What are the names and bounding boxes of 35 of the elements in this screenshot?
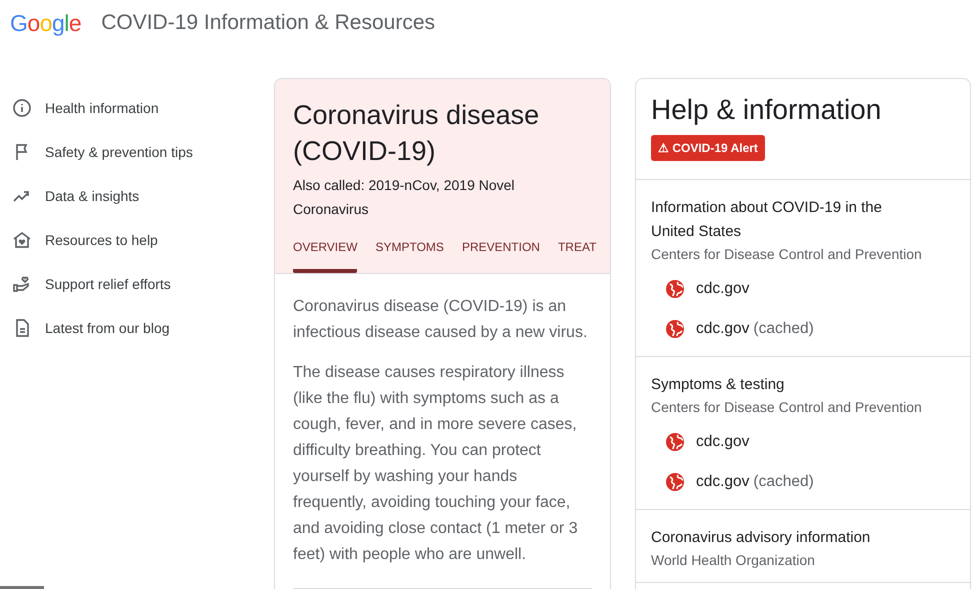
source-text: Centers for Disease Control and Prevention [651, 398, 923, 417]
paragraph: Coronavirus disease (COVID-19) is an infectious disease caused by a new virus. [293, 297, 588, 343]
section-title: Coronavirus advisory information [651, 528, 872, 548]
sidebar-item[interactable]: Data & insights [0, 174, 274, 218]
globe-icon [665, 318, 685, 339]
also-called-text: Also called: 2019-nCov, 2019 Novel Coronavirus [293, 176, 516, 219]
source-link[interactable]: cdc.gov [665, 274, 955, 304]
tab[interactable]: PREVENTION [462, 235, 540, 273]
source-text: World Health Organization [651, 550, 816, 570]
info-icon [12, 98, 32, 118]
section-title: Information about COVID-19 in the United States [651, 198, 883, 242]
hand-heart-icon [12, 274, 32, 294]
card-title: Help & information [651, 93, 882, 127]
card-title: Coronavirus disease (COVID-19) [293, 99, 540, 168]
tab[interactable]: SYMPTOMS [375, 235, 444, 273]
globe-icon [665, 278, 685, 299]
globe-icon [665, 472, 685, 492]
google-logo: Google [10, 8, 82, 38]
section-title: Symptoms & testing [651, 374, 786, 395]
alert-label: ⚠ COVID-19 Alert [651, 134, 765, 161]
house-heart-icon [12, 230, 32, 250]
source-link[interactable]: cdc.gov [665, 426, 955, 457]
sidebar-item[interactable]: Health information [0, 86, 274, 130]
sidebar-item[interactable]: Latest from our blog [0, 306, 274, 350]
tab[interactable]: TREAT [558, 235, 596, 273]
sidebar-item[interactable]: Resources to help [0, 218, 274, 262]
paragraph: The disease causes respiratory illness (like the flu) with symptoms such as a cough, fever, and in more severe cases, difficulty breathing. You can protect yourself by washing your hands frequently, avoiding touching your face, and avoiding close contact (1 meter or 3 feet) with people who are unwell. [293, 363, 579, 565]
source-link[interactable]: cdc.gov (cached) [665, 314, 955, 344]
sidebar-item[interactable]: Support relief efforts [0, 262, 274, 306]
tab[interactable]: OVERVIEW [293, 235, 358, 273]
sidebar-item[interactable]: Safety & prevention tips [0, 130, 274, 174]
source-link[interactable]: cdc.gov (cached) [665, 466, 955, 497]
source-text: Centers for Disease Control and Prevention [651, 244, 923, 264]
page-title: COVID-19 Information & Resources [101, 10, 435, 36]
globe-icon [665, 432, 685, 452]
